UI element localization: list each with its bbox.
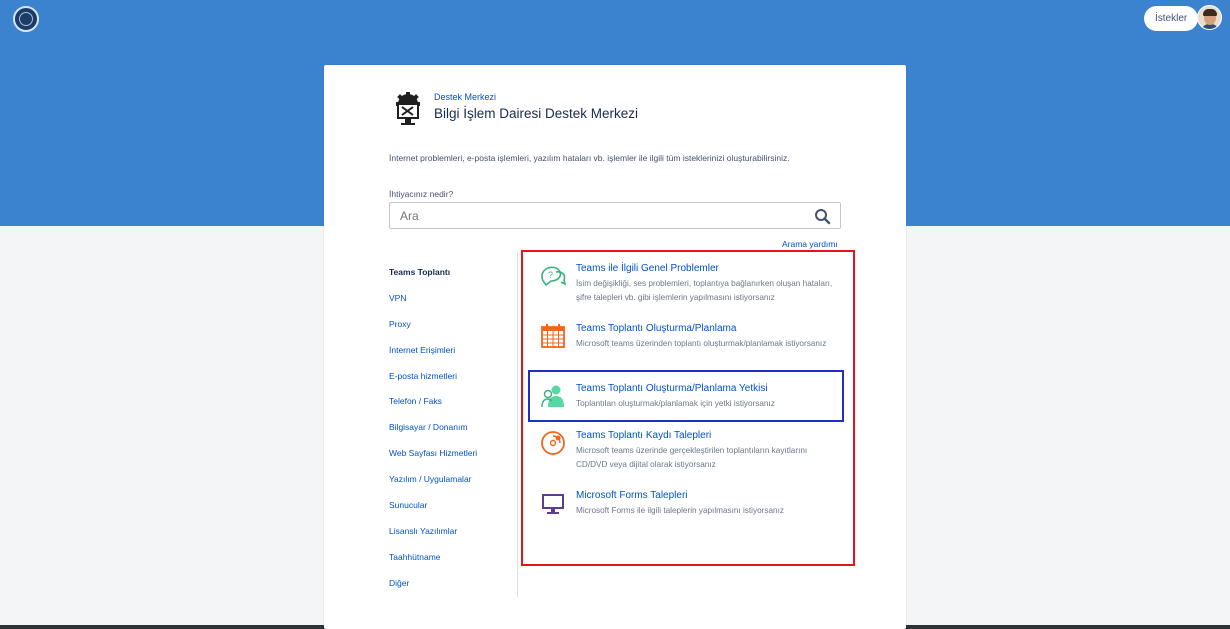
breadcrumb[interactable]: Destek Merkezi — [434, 92, 496, 102]
sidebar-item-telefon[interactable]: Telefon / Faks — [389, 389, 519, 415]
sidebar-item-eposta[interactable]: E-posta hizmetleri — [389, 364, 519, 390]
request-type-name[interactable]: Microsoft Forms Talepleri — [576, 490, 688, 501]
svg-text:?: ? — [548, 270, 553, 280]
search-help-link[interactable]: Arama yardımı — [782, 239, 838, 249]
request-type-item[interactable]: Teams Toplantı Kaydı Talepleri Microsoft… — [540, 430, 840, 470]
sidebar-item-lisansli[interactable]: Lisanslı Yazılımlar — [389, 519, 519, 545]
category-sidebar: Teams Toplantı VPN Proxy İnternet Erişim… — [389, 260, 519, 597]
requests-button[interactable]: İstekler — [1144, 6, 1199, 31]
request-type-description: İsim değişikliği, ses problemleri, topla… — [576, 279, 833, 302]
search-box[interactable] — [389, 202, 841, 229]
request-type-name[interactable]: Teams Toplantı Oluşturma/Planlama — [576, 323, 736, 334]
calendar-icon — [541, 324, 565, 348]
help-center-card: Destek Merkezi Bilgi İşlem Dairesi Deste… — [324, 65, 906, 629]
sidebar-item-internet[interactable]: İnternet Erişimleri — [389, 338, 519, 364]
gear-monitor-icon — [396, 92, 420, 125]
user-permission-icon — [541, 385, 564, 408]
request-type-description: Microsoft teams üzerinden toplantı oluşt… — [576, 339, 827, 348]
sidebar-item-sunucular[interactable]: Sunucular — [389, 493, 519, 519]
request-type-name[interactable]: Teams Toplantı Kaydı Talepleri — [576, 430, 711, 441]
request-type-item[interactable]: ? Teams ile İlgili Genel Problemler İsim… — [540, 263, 840, 303]
sidebar-item-proxy[interactable]: Proxy — [389, 312, 519, 338]
sidebar-item-taahhutname[interactable]: Taahhütname — [389, 545, 519, 571]
request-type-item[interactable]: Teams Toplantı Oluşturma/Planlama Micros… — [540, 323, 840, 363]
question-bubble-icon: ? — [541, 266, 566, 287]
request-type-name[interactable]: Teams Toplantı Oluşturma/Planlama Yetkis… — [576, 383, 768, 394]
disc-record-icon — [541, 431, 565, 455]
request-type-item[interactable]: Teams Toplantı Oluşturma/Planlama Yetkis… — [540, 383, 840, 413]
sidebar-item-yazilim[interactable]: Yazılım / Uygulamalar — [389, 467, 519, 493]
monitor-icon — [542, 494, 564, 514]
request-type-name[interactable]: Teams ile İlgili Genel Problemler — [576, 263, 719, 274]
search-icon[interactable] — [814, 208, 831, 225]
sidebar-divider — [517, 252, 518, 597]
request-type-description: Microsoft teams üzerinde gerçekleştirile… — [576, 446, 808, 469]
sidebar-item-vpn[interactable]: VPN — [389, 286, 519, 312]
search-label: İhtiyacınız nedir? — [389, 189, 454, 199]
intro-text: İnternet problemleri, e-posta işlemleri,… — [389, 153, 790, 163]
sidebar-item-bilgisayar[interactable]: Bilgisayar / Donanım — [389, 415, 519, 441]
sidebar-item-diger[interactable]: Diğer — [389, 571, 519, 597]
search-input[interactable] — [400, 208, 800, 224]
user-avatar-icon[interactable] — [1197, 5, 1222, 30]
page-title: Bilgi İşlem Dairesi Destek Merkezi — [434, 106, 639, 121]
sidebar-item-web[interactable]: Web Sayfası Hizmetleri — [389, 441, 519, 467]
request-type-description: Microsoft Forms ile ilgili taleplerin ya… — [576, 506, 784, 515]
sidebar-item-teams-toplanti[interactable]: Teams Toplantı — [389, 260, 519, 286]
request-type-description: Toplantıları oluşturmak/planlamak için y… — [576, 399, 775, 408]
university-logo-icon[interactable] — [13, 6, 39, 32]
request-type-item[interactable]: Microsoft Forms Talepleri Microsoft Form… — [540, 490, 840, 520]
